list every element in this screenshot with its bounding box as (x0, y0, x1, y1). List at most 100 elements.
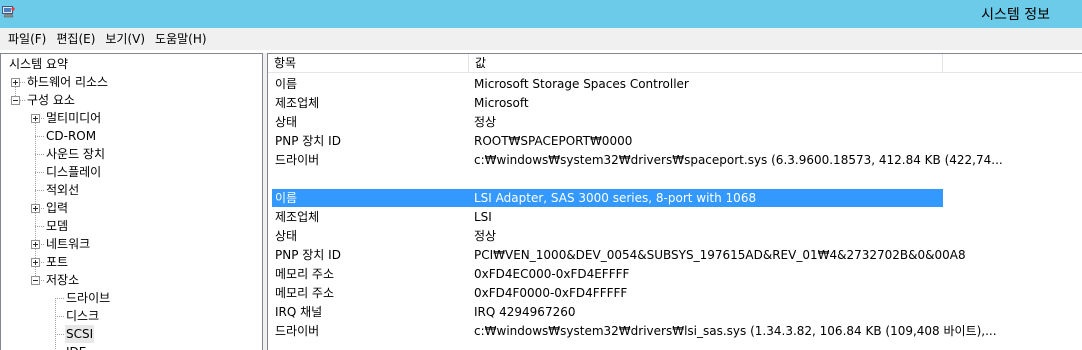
tree-item-label: 입력 (46, 201, 69, 215)
detail-value: c:₩windows₩system32₩drivers₩lsi_sas.sys … (474, 324, 997, 338)
detail-row[interactable]: IRQ 채널 IRQ 4294967260 (272, 303, 943, 321)
detail-row[interactable]: 이름 LSI Adapter, SAS 3000 series, 8-port w… (272, 189, 943, 207)
menu-help[interactable]: 도움말(H) (150, 29, 212, 49)
tree-item-label: 사운드 장치 (46, 147, 106, 161)
detail-row[interactable]: 드라이버 c:₩windows₩system32₩drivers₩lsi_sas.… (272, 322, 997, 340)
detail-value: IRQ 4294967260 (474, 305, 576, 319)
collapse-icon[interactable] (11, 96, 20, 105)
detail-value: PCI₩VEN_1000&DEV_0054&SUBSYS_197615AD&RE… (474, 248, 966, 262)
tree-connector (35, 154, 44, 155)
detail-row[interactable]: PNP 장치 ID ROOT₩SPACEPORT₩0000 (272, 132, 943, 150)
details-pane[interactable]: 항목 값 이름 Microsoft Storage Spaces Controll… (267, 53, 1082, 350)
tree-item[interactable]: 네트워크 (1, 235, 262, 253)
tree-item-label: 시스템 요약 (9, 57, 69, 71)
tree-connector (55, 334, 64, 335)
detail-item: PNP 장치 ID (275, 248, 341, 262)
detail-item: 메모리 주소 (275, 267, 335, 281)
tree-connector (55, 298, 64, 299)
detail-item: 상태 (275, 229, 298, 243)
tree-item-label: 포트 (46, 255, 69, 269)
system-information-icon (2, 6, 15, 18)
detail-item: 이름 (275, 191, 298, 205)
menu-edit[interactable]: 편집(E) (51, 29, 100, 49)
column-header-blank[interactable] (943, 54, 1082, 73)
detail-value: ROOT₩SPACEPORT₩0000 (474, 134, 633, 148)
menu-view[interactable]: 보기(V) (100, 29, 150, 49)
tree-item-label: 하드웨어 리소스 (27, 75, 109, 89)
tree-item[interactable]: 입력 (1, 199, 262, 217)
tree-item-label: IDE (66, 343, 86, 350)
detail-value: 0xFD4EC000-0xFD4EFFFF (474, 267, 630, 281)
detail-row[interactable]: 이름 Microsoft Storage Spaces Controller (272, 75, 943, 93)
tree-item[interactable]: 시스템 요약 (1, 55, 262, 73)
tree-item-label: 적외선 (46, 183, 80, 197)
tree-item[interactable]: 구성 요소 (1, 91, 262, 109)
tree-item[interactable]: SCSI (1, 325, 262, 343)
detail-item: 드라이버 (275, 153, 320, 167)
detail-value: 정상 (474, 115, 497, 129)
expand-icon[interactable] (31, 114, 40, 123)
detail-value: c:₩windows₩system32₩drivers₩spaceport.sy… (474, 153, 1003, 167)
tree-item[interactable]: CD-ROM (1, 127, 262, 145)
tree-connector (35, 226, 44, 227)
column-header-value[interactable]: 값 (469, 54, 943, 73)
collapse-icon[interactable] (31, 276, 40, 285)
detail-row[interactable]: 드라이버 c:₩windows₩system32₩drivers₩spacepor… (272, 151, 1003, 169)
tree-connector (35, 172, 44, 173)
detail-item: 드라이버 (275, 324, 320, 338)
detail-item: 제조업체 (275, 210, 320, 224)
tree-connector (35, 136, 44, 137)
tree-item-label: 구성 요소 (27, 93, 75, 107)
tree-item[interactable]: 포트 (1, 253, 262, 271)
column-header-item[interactable]: 항목 (268, 54, 469, 73)
tree-item[interactable]: 디스크 (1, 307, 262, 325)
expand-icon[interactable] (31, 258, 40, 267)
tree-connector (55, 316, 64, 317)
title-bar[interactable]: 시스템 정보 (0, 0, 1082, 28)
tree-item-label: 저장소 (46, 273, 80, 287)
tree-item-label: 드라이브 (66, 291, 111, 305)
detail-item: 이름 (275, 77, 298, 91)
tree-item[interactable]: IDE (1, 343, 262, 350)
tree-item[interactable]: 하드웨어 리소스 (1, 73, 262, 91)
tree-item[interactable]: 모뎀 (1, 217, 262, 235)
tree-item-label: 네트워크 (46, 237, 91, 251)
tree-item[interactable]: 드라이브 (1, 289, 262, 307)
detail-item: PNP 장치 ID (275, 134, 341, 148)
detail-value: Microsoft Storage Spaces Controller (474, 77, 689, 91)
detail-row[interactable]: 제조업체 Microsoft (272, 94, 943, 112)
expand-icon[interactable] (31, 240, 40, 249)
detail-row[interactable]: 제조업체 LSI (272, 208, 943, 226)
column-header: 항목 값 (268, 54, 1082, 73)
expand-icon[interactable] (11, 78, 20, 87)
tree-item-label: 멀티미디어 (46, 111, 102, 125)
detail-value: 정상 (474, 229, 497, 243)
detail-item: 상태 (275, 115, 298, 129)
detail-value: LSI (474, 210, 492, 224)
expand-icon[interactable] (31, 204, 40, 213)
tree-item-label: 디스크 (66, 309, 100, 323)
detail-row[interactable]: PNP 장치 ID PCI₩VEN_1000&DEV_0054&SUBSYS_19… (272, 246, 966, 264)
window-title: 시스템 정보 (981, 7, 1050, 23)
tree-item[interactable]: 적외선 (1, 181, 262, 199)
tree-item-label: 디스플레이 (46, 165, 102, 179)
tree-item-label: 모뎀 (46, 219, 69, 233)
detail-row[interactable]: 상태 정상 (272, 227, 943, 245)
detail-row[interactable]: 메모리 주소 0xFD4EC000-0xFD4EFFFF (272, 265, 943, 283)
detail-row[interactable]: 상태 정상 (272, 113, 943, 131)
tree-item[interactable]: 멀티미디어 (1, 109, 262, 127)
tree-item[interactable]: 사운드 장치 (1, 145, 262, 163)
detail-value: Microsoft (474, 96, 529, 110)
menu-bar: 파일(F) 편집(E) 보기(V) 도움말(H) (0, 28, 1082, 50)
detail-item: IRQ 채널 (275, 305, 323, 319)
detail-row[interactable]: 메모리 주소 0xFD4F0000-0xFD4FFFFF (272, 284, 943, 302)
category-tree[interactable]: 시스템 요약하드웨어 리소스구성 요소멀티미디어 CD-ROM 사운드 장치디스플레… (0, 53, 263, 350)
detail-value: LSI Adapter, SAS 3000 series, 8-port wit… (474, 191, 757, 205)
menu-file[interactable]: 파일(F) (3, 29, 51, 49)
detail-item: 메모리 주소 (275, 286, 335, 300)
detail-value: 0xFD4F0000-0xFD4FFFFF (474, 286, 628, 300)
detail-row-spacer[interactable] (272, 170, 943, 188)
tree-connector (35, 190, 44, 191)
tree-item[interactable]: 저장소 (1, 271, 262, 289)
tree-item[interactable]: 디스플레이 (1, 163, 262, 181)
